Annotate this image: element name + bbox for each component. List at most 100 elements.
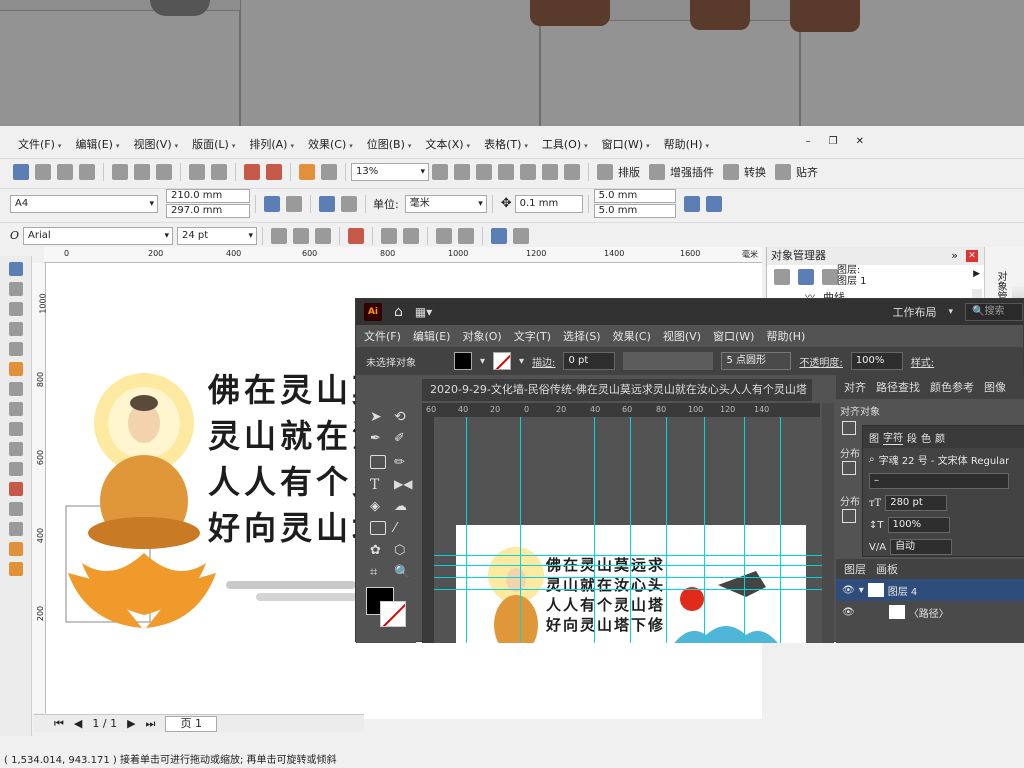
stroke-swatch[interactable] <box>493 352 512 370</box>
workspace-switcher[interactable]: 工作布局 <box>892 304 936 320</box>
pen-tool-icon[interactable]: ✒ <box>370 431 386 446</box>
ai-menu-file[interactable]: 文件(F) <box>364 328 401 344</box>
reflect-tool-icon[interactable]: ▶◀ <box>394 477 412 491</box>
crop-tool-icon[interactable] <box>8 302 23 316</box>
tab-pathfinder[interactable]: 路径查找 <box>876 379 920 395</box>
numbered-list-icon[interactable] <box>403 227 420 244</box>
font-size-input[interactable]: 280 pt <box>885 495 948 511</box>
treat-as-filled-icon[interactable] <box>683 195 700 212</box>
free-transform-tool-icon[interactable] <box>370 521 386 535</box>
menu-tools[interactable]: 工具(O) <box>538 136 596 152</box>
ai-menu-view[interactable]: 视图(V) <box>663 328 701 344</box>
eraser-tool-icon[interactable]: ◈ <box>370 499 386 514</box>
menu-text[interactable]: 文本(X) <box>421 136 478 152</box>
tab-color[interactable]: 色 <box>921 430 931 445</box>
ai-menu-effect[interactable]: 效果(C) <box>613 328 651 344</box>
ai-canvas[interactable]: 佛在灵山莫远求 灵山就在汝心头 人人有个灵山塔 好向灵山塔下修 <box>434 417 822 643</box>
convert-button[interactable]: 转换 <box>744 164 766 180</box>
zoom-height-icon[interactable] <box>564 163 580 180</box>
eyedropper-icon[interactable] <box>8 502 23 516</box>
new-document-icon[interactable] <box>13 163 29 180</box>
layer-menu-icon[interactable]: ▶ <box>973 269 980 279</box>
opacity-label[interactable]: 不透明度: <box>799 354 842 369</box>
kerning-input[interactable]: 自动 <box>890 539 953 555</box>
edit-across-layers-icon[interactable] <box>798 269 814 285</box>
edit-text-icon[interactable] <box>458 227 475 244</box>
pick-tool-icon[interactable] <box>8 262 23 276</box>
restore-icon[interactable]: ❐ <box>829 136 838 147</box>
style-label[interactable]: 样式: <box>911 354 934 369</box>
ai-menu-type[interactable]: 文字(T) <box>514 328 551 344</box>
path-name[interactable]: 〈路径〉 <box>909 605 949 620</box>
zoom-tool-icon[interactable] <box>8 322 23 336</box>
plugin-icon[interactable] <box>649 163 665 180</box>
distribute-icon[interactable] <box>842 461 856 475</box>
guide-line[interactable] <box>434 589 822 590</box>
tab-color-guide[interactable]: 颜色参考 <box>930 379 974 395</box>
horizontal-text-icon[interactable] <box>491 227 508 244</box>
enhance-plugin-button[interactable]: 增强插件 <box>670 164 714 180</box>
tab-paragraph[interactable]: 段 <box>907 430 917 445</box>
duplicate-x-input[interactable]: 5.0 mm <box>593 189 676 203</box>
distribute-spacing-icon[interactable] <box>842 509 856 523</box>
tab-image-trace[interactable]: 图像 <box>984 379 1006 395</box>
menu-help[interactable]: 帮助(H) <box>660 136 717 152</box>
rectangle-tool-icon[interactable] <box>8 382 23 396</box>
zoom-all-icon[interactable] <box>498 163 514 180</box>
fill-chevron-icon[interactable]: ▾ <box>480 356 485 367</box>
rectangle-tool-icon[interactable] <box>370 455 386 469</box>
bold-icon[interactable] <box>271 227 288 244</box>
last-page-icon[interactable]: ⏭ <box>146 717 156 731</box>
zoom-level-select[interactable]: 13% <box>351 162 429 181</box>
text-align-icon[interactable] <box>348 227 365 244</box>
collapse-icon[interactable]: » <box>951 247 958 265</box>
tab-character[interactable]: 字符 <box>883 429 903 445</box>
zoom-out-icon[interactable] <box>454 163 470 180</box>
landscape-icon[interactable] <box>286 195 302 212</box>
guide-line[interactable] <box>434 555 822 556</box>
fill-swatch[interactable] <box>454 352 472 370</box>
menu-bitmaps[interactable]: 位图(B) <box>363 136 420 152</box>
layer-name[interactable]: 图层 4 <box>888 583 918 598</box>
smart-fill-icon[interactable] <box>8 362 23 376</box>
menu-window[interactable]: 窗口(W) <box>598 136 658 152</box>
help-search-input[interactable]: 🔍搜索 <box>965 303 1023 321</box>
brush-select[interactable]: 5 点圆形 <box>721 352 792 370</box>
portrait-icon[interactable] <box>264 195 280 212</box>
variable-width-profile[interactable] <box>623 352 714 370</box>
guide-line[interactable] <box>434 577 822 578</box>
zoom-tool-icon[interactable]: 🔍 <box>394 565 410 580</box>
typeset-button[interactable]: 排版 <box>618 164 640 180</box>
font-style-select[interactable]: – <box>869 473 1009 489</box>
font-family-select[interactable]: 字魂 22 号 - 文宋体 Regular <box>879 452 1010 467</box>
arrange-docs-icon[interactable]: ▦▾ <box>415 305 432 319</box>
type-tool-icon[interactable]: T <box>370 477 386 493</box>
polygon-tool-icon[interactable] <box>8 422 23 436</box>
current-page-icon[interactable] <box>341 195 357 212</box>
tab-swatches[interactable]: 颜 <box>935 430 945 445</box>
zoom-width-icon[interactable] <box>542 163 558 180</box>
symbol-sprayer-icon[interactable]: ✿ <box>370 543 386 558</box>
opacity-input[interactable]: 100% <box>850 352 903 370</box>
guide-line[interactable] <box>520 417 521 643</box>
selection-tool-icon[interactable]: ➤ <box>370 409 386 425</box>
warp-tool-icon[interactable]: ☁ <box>394 499 410 514</box>
minimize-icon[interactable]: – <box>806 136 811 147</box>
nudge-distance-input[interactable]: 0.1 mm <box>514 194 583 213</box>
tab-layers[interactable]: 图层 <box>844 561 866 577</box>
fill-tool-icon[interactable] <box>8 542 23 556</box>
page-tab[interactable]: 页 1 <box>165 715 217 732</box>
ai-menu-window[interactable]: 窗口(W) <box>713 328 754 344</box>
ai-menu-select[interactable]: 选择(S) <box>563 328 601 344</box>
open-icon[interactable] <box>35 163 51 180</box>
underline-icon[interactable] <box>315 227 332 244</box>
page-border-icon[interactable] <box>705 195 722 212</box>
text-tool-icon[interactable] <box>8 442 23 456</box>
ai-menu-edit[interactable]: 编辑(E) <box>413 328 451 344</box>
stroke-weight-input[interactable]: 0 pt <box>563 352 616 370</box>
eyedropper-tool-icon[interactable]: ⁄ <box>394 521 410 536</box>
pencil-tool-icon[interactable]: ✏ <box>394 455 410 470</box>
close-docker-icon[interactable]: ✕ <box>966 250 978 262</box>
tab-artboards[interactable]: 画板 <box>876 561 898 577</box>
guide-line[interactable] <box>744 417 745 643</box>
